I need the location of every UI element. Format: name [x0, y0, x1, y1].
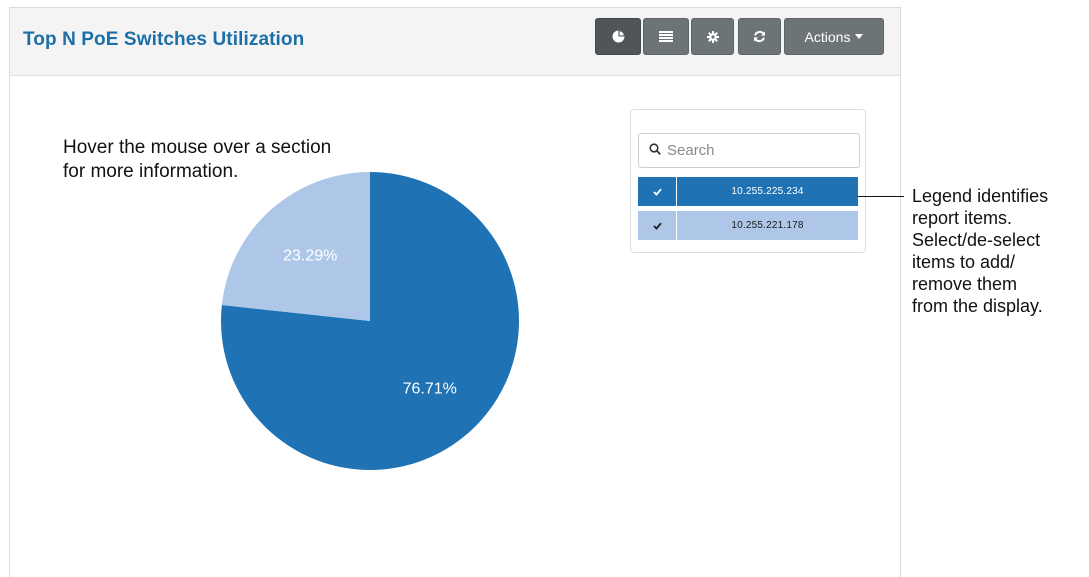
panel-header: Top N PoE Switches Utilization Actions: [10, 8, 900, 76]
checkbox-check-icon[interactable]: [638, 211, 677, 240]
hover-hint-line-1: Hover the mouse over a section: [63, 137, 332, 158]
caret-down-icon: [855, 34, 864, 39]
legend-item[interactable]: 10.255.221.178: [638, 211, 858, 240]
refresh-button[interactable]: [738, 18, 781, 55]
pie-chart: 76.71% 23.29%: [221, 172, 519, 470]
legend-panel: 10.255.225.234 10.255.221.178: [630, 109, 866, 253]
callout-line-5: remove them: [912, 274, 1018, 294]
callout-line-6: from the display.: [912, 296, 1043, 316]
settings-button[interactable]: [691, 18, 734, 55]
table-icon: [659, 31, 673, 42]
panel-title: Top N PoE Switches Utilization: [23, 29, 305, 50]
gear-icon: [706, 30, 719, 43]
callout-pointer-line: [858, 196, 904, 197]
callout-line-1: Legend identifies: [912, 186, 1049, 206]
pie-chart-view-button[interactable]: [595, 18, 641, 55]
pie-chart-icon: [612, 30, 625, 43]
checkbox-check-icon[interactable]: [638, 177, 677, 206]
legend-search[interactable]: [638, 133, 860, 168]
callout-line-4: items to add/: [912, 252, 1016, 272]
legend-callout: Legend identifies report items. Select/d…: [912, 185, 1089, 317]
actions-label: Actions: [804, 28, 851, 45]
table-view-button[interactable]: [643, 18, 689, 55]
pie-slice-label: 23.29%: [283, 247, 337, 264]
legend-item-label: 10.255.225.234: [731, 186, 804, 197]
search-icon: [649, 142, 661, 160]
callout-line-2: report items.: [912, 208, 1013, 228]
callout-line-3: Select/de-select: [912, 230, 1041, 250]
pie-slice-label: 76.71%: [403, 381, 457, 398]
legend-item[interactable]: 10.255.225.234: [638, 177, 858, 206]
search-input[interactable]: [667, 142, 847, 159]
legend-item-label: 10.255.221.178: [731, 220, 804, 231]
actions-dropdown-button[interactable]: Actions: [784, 18, 884, 55]
refresh-icon: [753, 30, 766, 43]
